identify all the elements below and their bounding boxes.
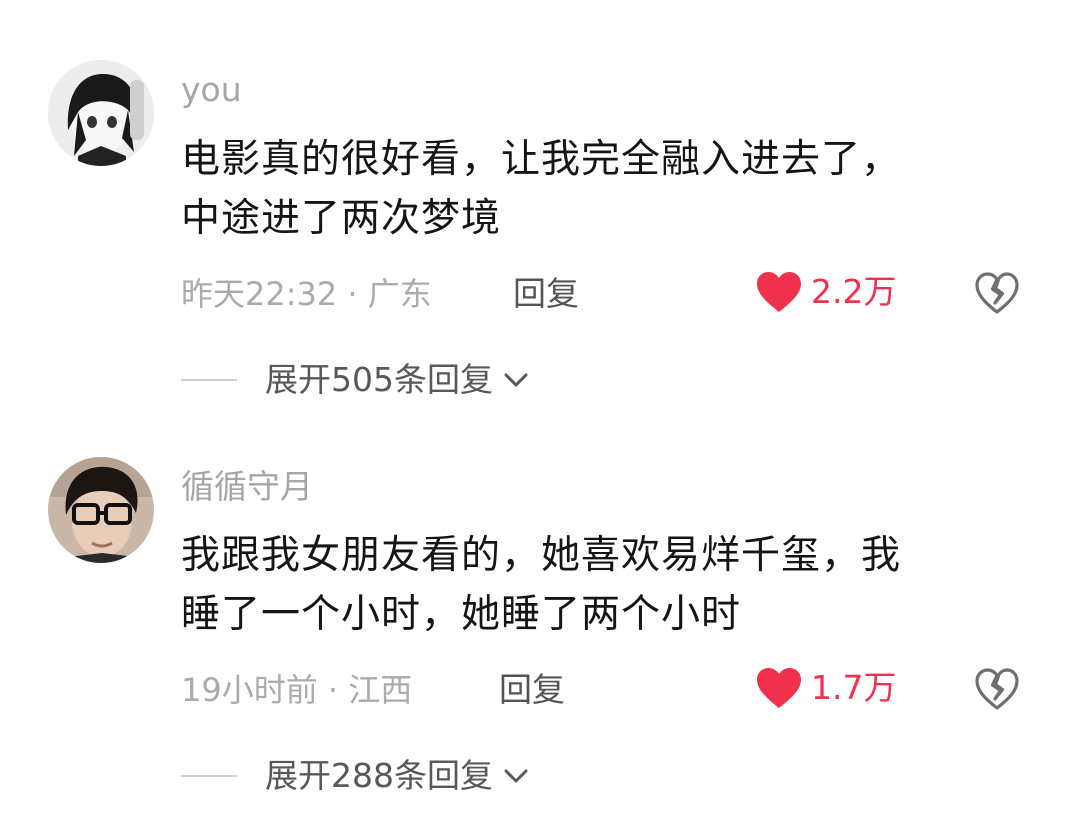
heart-filled-icon (757, 668, 801, 708)
chevron-down-icon (501, 761, 531, 791)
heart-filled-icon (757, 272, 801, 312)
comment-text: 我跟我女朋友看的，她喜欢易烊千玺，我 睡了一个小时，她睡了两个小时 (181, 526, 1011, 644)
username[interactable]: 循循守月 (181, 467, 313, 507)
comment-list: you 电影真的很好看，让我完全融入进去了， 中途进了两次梦境 昨天22:32 … (0, 0, 1079, 834)
comment-text-line: 电影真的很好看，让我完全融入进去了， (181, 137, 902, 182)
chevron-down-icon (501, 365, 531, 395)
like-count: 1.7万 (811, 668, 897, 707)
expand-divider (181, 775, 237, 777)
like-count: 2.2万 (811, 272, 897, 311)
avatar[interactable] (48, 457, 154, 563)
expand-replies[interactable]: 展开288条回复 (181, 756, 531, 796)
expand-divider (181, 379, 237, 381)
dislike-button[interactable] (973, 666, 1021, 712)
comment-text-line: 睡了一个小时，她睡了两个小时 (181, 592, 742, 637)
comment-text-line: 中途进了两次梦境 (181, 196, 502, 241)
broken-heart-icon (975, 668, 1019, 710)
reply-button[interactable]: 回复 (499, 670, 565, 710)
avatar-image (48, 60, 154, 166)
expand-replies-label: 展开505条回复 (265, 360, 493, 399)
username[interactable]: you (181, 70, 242, 110)
reply-button[interactable]: 回复 (513, 274, 579, 314)
dislike-button[interactable] (973, 270, 1021, 316)
expand-replies-label: 展开288条回复 (265, 756, 493, 795)
comment-text-line: 我跟我女朋友看的，她喜欢易烊千玺，我 (181, 533, 902, 578)
broken-heart-icon (975, 272, 1019, 314)
avatar-image (48, 457, 154, 563)
comment-meta: 昨天22:32 · 广东 (181, 275, 432, 313)
like-button[interactable]: 2.2万 (755, 270, 896, 314)
expand-replies[interactable]: 展开505条回复 (181, 360, 531, 400)
avatar[interactable] (48, 60, 154, 166)
like-button[interactable]: 1.7万 (755, 666, 896, 710)
comment-text: 电影真的很好看，让我完全融入进去了， 中途进了两次梦境 (181, 130, 1011, 248)
comment-meta: 19小时前 · 江西 (181, 671, 413, 709)
